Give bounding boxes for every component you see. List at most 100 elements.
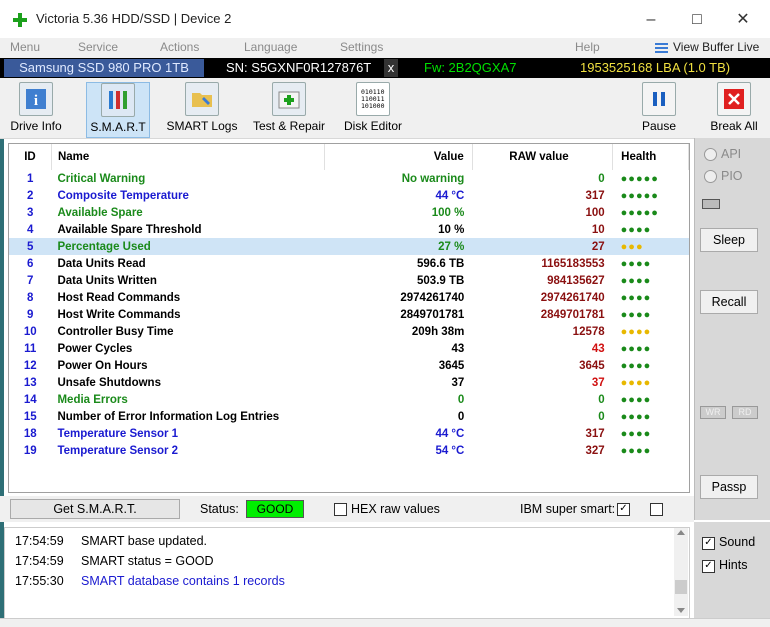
close-button[interactable]: ✕ bbox=[720, 6, 766, 34]
row-health: ●●●● bbox=[620, 274, 652, 287]
menu-item-help[interactable]: Help bbox=[575, 40, 600, 54]
drive-info-button[interactable]: i Drive Info bbox=[4, 82, 68, 136]
row-id: 19 bbox=[23, 444, 37, 457]
col-value-header[interactable]: Value bbox=[324, 144, 473, 170]
view-buffer-live[interactable]: View Buffer Live bbox=[673, 40, 759, 54]
row-raw-value: 12578 bbox=[572, 325, 605, 338]
table-row[interactable]: 13 Unsafe Shutdowns 37 37 ●●●● bbox=[9, 374, 689, 391]
row-name: Data Units Read bbox=[57, 257, 146, 270]
get-smart-button[interactable]: Get S.M.A.R.T. bbox=[10, 499, 180, 519]
device-model[interactable]: Samsung SSD 980 PRO 1TB bbox=[4, 59, 204, 77]
break-all-button[interactable]: Break All bbox=[706, 82, 762, 136]
table-row[interactable]: 15 Number of Error Information Log Entrie… bbox=[9, 408, 689, 425]
table-row[interactable]: 6 Data Units Read 596.6 TB 1165183553 ●●●● bbox=[9, 255, 689, 272]
smart-label: S.M.A.R.T bbox=[90, 120, 146, 134]
scroll-up-icon[interactable] bbox=[677, 530, 685, 535]
ibm-super-smart-checkbox[interactable]: ✓ bbox=[617, 503, 630, 516]
log-time: 17:55:30 bbox=[15, 574, 64, 588]
ibm-super-smart-label: IBM super smart: bbox=[520, 502, 616, 516]
table-row[interactable]: 7 Data Units Written 503.9 TB 984135627 ●●●● bbox=[9, 272, 689, 289]
scroll-thumb[interactable] bbox=[675, 580, 687, 594]
row-raw-value: 3645 bbox=[579, 359, 605, 372]
row-id: 1 bbox=[27, 172, 34, 185]
pause-button[interactable]: Pause bbox=[636, 82, 682, 136]
menu-item-actions[interactable]: Actions bbox=[160, 40, 199, 54]
row-name: Power On Hours bbox=[57, 359, 148, 372]
title-bar[interactable]: Victoria 5.36 HDD/SSD | Device 2 – □ ✕ bbox=[0, 0, 770, 39]
status-strip: Get S.M.A.R.T. Status: GOOD HEX raw valu… bbox=[0, 496, 694, 522]
test-repair-button[interactable]: Test & Repair bbox=[250, 82, 328, 136]
row-raw-value: 984135627 bbox=[547, 274, 605, 287]
row-value: 10 % bbox=[438, 223, 465, 236]
menu-item-settings[interactable]: Settings bbox=[340, 40, 383, 54]
table-row[interactable]: 11 Power Cycles 43 43 ●●●● bbox=[9, 340, 689, 357]
table-row[interactable]: 10 Controller Busy Time 209h 38m 12578 ●●●● bbox=[9, 323, 689, 340]
row-name: Host Read Commands bbox=[57, 291, 181, 304]
log-panel[interactable]: 17:54:59 SMART base updated. 17:54:59 SMAR… bbox=[4, 527, 690, 619]
row-value: 100 % bbox=[431, 206, 465, 219]
hex-raw-label: HEX raw values bbox=[351, 502, 440, 516]
row-name: Controller Busy Time bbox=[57, 325, 174, 338]
minimize-button[interactable]: – bbox=[628, 6, 674, 34]
table-row[interactable]: 3 Available Spare 100 % 100 ●●●●● bbox=[9, 204, 689, 221]
sleep-button[interactable]: Sleep bbox=[700, 228, 758, 252]
recall-button[interactable]: Recall bbox=[700, 290, 758, 314]
col-name-header[interactable]: Name bbox=[51, 144, 326, 170]
table-row[interactable]: 5 Percentage Used 27 % 27 ●●● bbox=[9, 238, 689, 255]
log-entry: 17:54:59 SMART status = GOOD bbox=[15, 554, 214, 568]
menu-item-service[interactable]: Service bbox=[78, 40, 118, 54]
log-entry: 17:55:30 SMART database contains 1 record… bbox=[15, 574, 285, 588]
break-all-label: Break All bbox=[710, 119, 758, 133]
list-icon bbox=[655, 43, 668, 53]
scroll-down-icon[interactable] bbox=[677, 608, 685, 613]
status-label: Status: bbox=[200, 502, 239, 516]
window-title: Victoria 5.36 HDD/SSD | Device 2 bbox=[36, 11, 232, 26]
table-row[interactable]: 4 Available Spare Threshold 10 % 10 ●●●● bbox=[9, 221, 689, 238]
table-row[interactable]: 18 Temperature Sensor 1 44 °C 317 ●●●● bbox=[9, 425, 689, 442]
table-row[interactable]: 12 Power On Hours 3645 3645 ●●●● bbox=[9, 357, 689, 374]
smart-button[interactable]: S.M.A.R.T bbox=[86, 82, 150, 138]
row-id: 18 bbox=[23, 427, 37, 440]
row-raw-value: 317 bbox=[585, 427, 605, 440]
row-health: ●●●● bbox=[620, 376, 652, 389]
row-name: Power Cycles bbox=[57, 342, 133, 355]
table-row[interactable]: 14 Media Errors 0 0 ●●●● bbox=[9, 391, 689, 408]
stop-x-icon bbox=[717, 82, 751, 116]
test-tubes-icon bbox=[101, 83, 135, 117]
row-health: ●●●● bbox=[620, 308, 652, 321]
table-row[interactable]: 2 Composite Temperature 44 °C 317 ●●●●● bbox=[9, 187, 689, 204]
col-id-header[interactable]: ID bbox=[9, 144, 52, 170]
row-value: 0 bbox=[457, 393, 465, 406]
table-row[interactable]: 9 Host Write Commands 2849701781 2849701781… bbox=[9, 306, 689, 323]
log-scrollbar[interactable] bbox=[674, 528, 688, 616]
menu-item-menu[interactable]: Menu bbox=[10, 40, 40, 54]
row-value: 54 °C bbox=[435, 444, 465, 457]
api-radio[interactable] bbox=[704, 148, 717, 161]
hex-raw-checkbox[interactable] bbox=[334, 503, 347, 516]
col-health-header[interactable]: Health bbox=[612, 144, 689, 170]
row-health: ●●●● bbox=[620, 325, 652, 338]
row-id: 11 bbox=[24, 342, 37, 355]
extra-checkbox[interactable] bbox=[650, 503, 663, 516]
row-raw-value: 0 bbox=[598, 393, 605, 406]
row-value: 2849701781 bbox=[400, 308, 465, 321]
pio-radio[interactable] bbox=[704, 170, 717, 183]
smart-logs-button[interactable]: SMART Logs bbox=[164, 82, 240, 136]
row-raw-value: 2974261740 bbox=[540, 291, 605, 304]
maximize-button[interactable]: □ bbox=[674, 6, 720, 34]
table-row[interactable]: 8 Host Read Commands 2974261740 2974261740 ●… bbox=[9, 289, 689, 306]
table-row[interactable]: 19 Temperature Sensor 2 54 °C 327 ●●●● bbox=[9, 442, 689, 459]
col-raw-header[interactable]: RAW value bbox=[472, 144, 614, 170]
sound-checkbox[interactable]: ✓ bbox=[702, 537, 715, 550]
device-close-button[interactable]: x bbox=[384, 59, 398, 77]
smart-table[interactable]: ID Name Value RAW value Health 1 Critical… bbox=[8, 143, 690, 493]
hints-checkbox[interactable]: ✓ bbox=[702, 560, 715, 573]
disk-editor-button[interactable]: 010110 110011 101000 Disk Editor bbox=[340, 82, 406, 136]
rd-indicator: RD bbox=[732, 406, 758, 419]
row-health: ●●●●● bbox=[620, 172, 659, 185]
row-health: ●●●● bbox=[620, 257, 652, 270]
table-row[interactable]: 1 Critical Warning No warning 0 ●●●●● bbox=[9, 170, 689, 187]
menu-item-language[interactable]: Language bbox=[244, 40, 297, 54]
passp-button[interactable]: Passp bbox=[700, 475, 758, 499]
row-health: ●●●● bbox=[620, 223, 652, 236]
